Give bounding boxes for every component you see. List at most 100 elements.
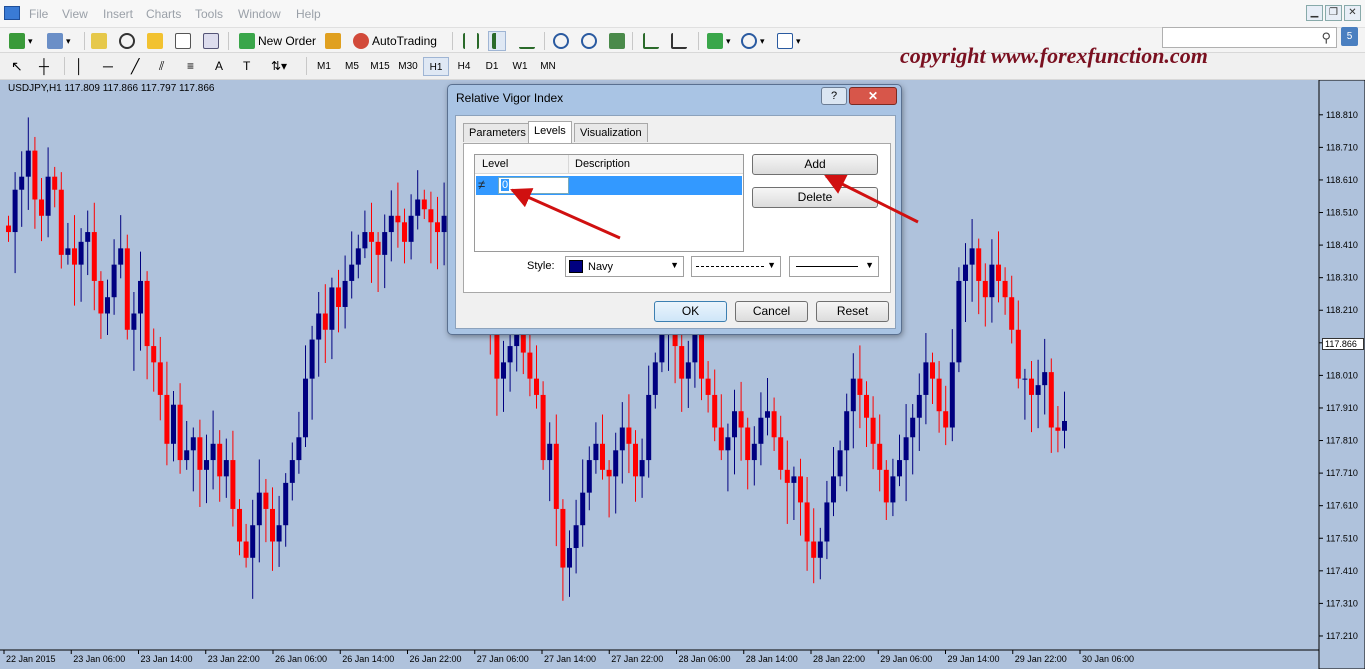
candle-body: [738, 411, 744, 428]
data-window-button[interactable]: [116, 31, 138, 51]
x-tick-label: 22 Jan 2015: [6, 654, 56, 664]
candle-body: [857, 378, 863, 395]
candle-body: [263, 492, 269, 509]
menu-window[interactable]: Window: [238, 7, 281, 21]
candle-body: [250, 525, 256, 558]
new-order-label: New Order: [258, 34, 317, 48]
restore-button[interactable]: ❐: [1325, 5, 1342, 21]
chart-shift-button[interactable]: [640, 31, 662, 51]
candle-body: [646, 394, 652, 461]
minimize-button[interactable]: ▁: [1306, 5, 1323, 21]
candle-body: [811, 541, 817, 558]
tile-windows-button[interactable]: [606, 31, 628, 51]
terminal-button[interactable]: [172, 31, 194, 51]
new-order-icon: [239, 33, 255, 49]
search-icon: ⚲: [1321, 30, 1331, 45]
cancel-button[interactable]: Cancel: [735, 301, 808, 322]
candle-body: [685, 362, 691, 379]
candle-body: [98, 280, 104, 314]
mailbox-badge[interactable]: 5: [1341, 27, 1358, 46]
delete-button[interactable]: Delete: [752, 187, 878, 208]
timeframe-m5[interactable]: M5: [339, 57, 365, 76]
timeframe-h1[interactable]: H1: [423, 57, 449, 76]
x-tick-label: 27 Jan 06:00: [477, 654, 529, 664]
close-button[interactable]: ✕: [849, 87, 897, 105]
zoom-out-button[interactable]: [578, 31, 600, 51]
templates-button[interactable]: ▾: [774, 31, 804, 51]
line-style-select[interactable]: ▼: [691, 256, 781, 277]
line-chart-button[interactable]: [516, 31, 538, 51]
bar-chart-button[interactable]: [460, 31, 482, 51]
level-value-input[interactable]: 0: [498, 177, 569, 194]
menu-help[interactable]: Help: [296, 7, 321, 21]
fibonacci-button[interactable]: ≡: [184, 56, 197, 76]
menu-insert[interactable]: Insert: [103, 7, 133, 21]
new-order-button[interactable]: New Order: [236, 31, 319, 51]
chevron-down-icon: ▼: [865, 260, 874, 270]
equidistant-channel-button[interactable]: ⫽: [156, 56, 167, 76]
timeframe-m15[interactable]: M15: [367, 57, 393, 76]
tester-button[interactable]: [200, 31, 222, 51]
profiles-button[interactable]: ▾: [44, 31, 74, 51]
autoscroll-button[interactable]: [668, 31, 690, 51]
timeframe-mn[interactable]: MN: [535, 57, 561, 76]
trendline-button[interactable]: ╱: [128, 56, 142, 76]
timeframe-d1[interactable]: D1: [479, 57, 505, 76]
tab-parameters[interactable]: Parameters: [463, 123, 532, 142]
text-label-button[interactable]: T: [240, 56, 253, 76]
vertical-line-button[interactable]: │: [72, 56, 87, 76]
candle-body: [567, 548, 572, 568]
tab-levels[interactable]: Levels: [528, 121, 572, 143]
menu-view[interactable]: View: [62, 7, 88, 21]
copyright-watermark: copyright www.forexfunction.com: [900, 43, 1208, 68]
candle-body: [375, 241, 381, 255]
line-width-select[interactable]: ▼: [789, 256, 879, 277]
candle-body: [771, 411, 777, 438]
color-select[interactable]: Navy ▼: [565, 256, 684, 277]
add-button[interactable]: Add: [752, 154, 878, 175]
ok-button[interactable]: OK: [654, 301, 727, 322]
y-tick-label: 118.410: [1326, 240, 1358, 250]
candle-body: [718, 427, 724, 451]
market-watch-button[interactable]: [88, 31, 110, 51]
levels-table[interactable]: Level Description ≠ 0: [474, 154, 744, 252]
timeframe-m1[interactable]: M1: [311, 57, 337, 76]
zoom-in-button[interactable]: [550, 31, 572, 51]
menu-file[interactable]: File: [29, 7, 48, 21]
candle-body: [415, 199, 421, 216]
timeframe-h4[interactable]: H4: [451, 57, 477, 76]
new-chart-button[interactable]: ▾: [6, 31, 36, 51]
candle-body: [118, 248, 124, 265]
autotrading-button[interactable]: AutoTrading: [350, 31, 440, 51]
tab-visualization[interactable]: Visualization: [574, 123, 648, 142]
indicators-button[interactable]: ▾: [704, 31, 734, 51]
arrows-button[interactable]: ⇅▾: [268, 56, 290, 76]
candle-body: [289, 460, 295, 483]
text-button[interactable]: A: [212, 56, 226, 76]
crosshair-button[interactable]: ┼: [36, 56, 52, 76]
candlestick-button[interactable]: [488, 31, 506, 51]
cursor-button[interactable]: ↖: [8, 56, 26, 76]
candle-body: [256, 492, 262, 526]
level-row[interactable]: ≠ 0: [476, 176, 742, 195]
candle-body: [151, 346, 157, 363]
reset-button[interactable]: Reset: [816, 301, 889, 322]
menu-charts[interactable]: Charts: [146, 7, 181, 21]
indicators-icon: [707, 33, 723, 49]
candle-body: [309, 339, 315, 379]
periods-button[interactable]: ▾: [738, 31, 768, 51]
close-window-button[interactable]: ✕: [1344, 5, 1361, 21]
help-button[interactable]: ?: [821, 87, 847, 105]
navigator-button[interactable]: [144, 31, 166, 51]
timeframe-w1[interactable]: W1: [507, 57, 533, 76]
candle-body: [824, 502, 830, 542]
trendline-icon: ╱: [131, 57, 140, 74]
profiles-icon: [47, 33, 63, 49]
candle-body: [230, 460, 236, 509]
menu-tools[interactable]: Tools: [195, 7, 223, 21]
timeframe-m30[interactable]: M30: [395, 57, 421, 76]
metaeditor-button[interactable]: [322, 31, 344, 51]
horizontal-line-button[interactable]: ─: [100, 56, 116, 76]
crosshair-icon: [119, 33, 135, 49]
candle-body: [883, 469, 889, 503]
